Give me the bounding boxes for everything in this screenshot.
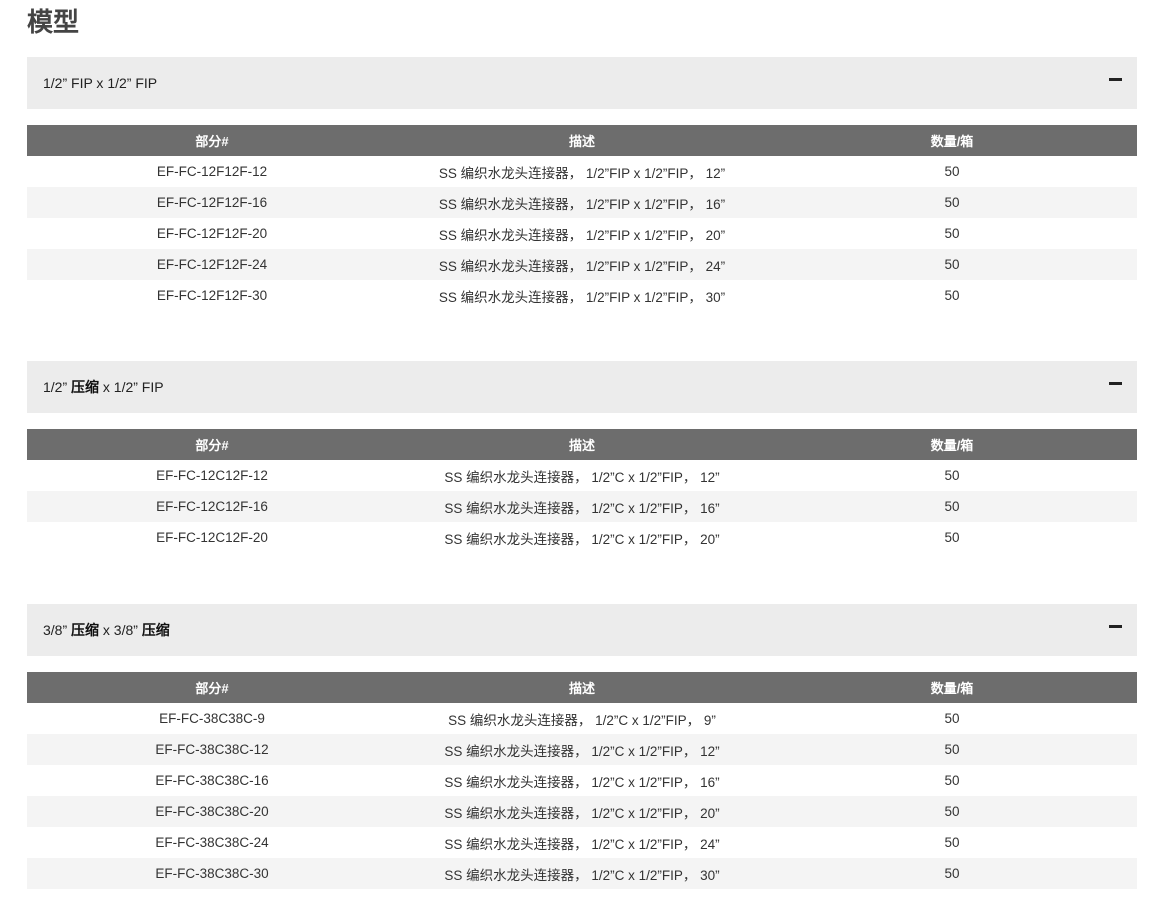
- table-row: EF-FC-38C38C-30 SS 编织水龙头连接器， 1/2”C x 1/2…: [27, 858, 1137, 889]
- quantity-cell: 50: [944, 226, 960, 241]
- table-row: EF-FC-12F12F-12 SS 编织水龙头连接器， 1/2”FIP x 1…: [27, 156, 1137, 187]
- description-cell: SS 编织水龙头连接器， 1/2”FIP x 1/2”FIP， 30”: [438, 289, 726, 305]
- column-header-quantity: 数量/箱: [767, 672, 1137, 703]
- description-cell: SS 编织水龙头连接器， 1/2”C x 1/2”FIP， 20”: [397, 796, 767, 827]
- description-cell: SS 编织水龙头连接器， 1/2”FIP x 1/2”FIP， 20”: [438, 227, 726, 243]
- table-header-row: 部分# 描述 数量/箱: [27, 429, 1137, 460]
- table-row: EF-FC-38C38C-20 SS 编织水龙头连接器， 1/2”C x 1/2…: [27, 796, 1137, 827]
- table-row: EF-FC-38C38C-24 SS 编织水龙头连接器， 1/2”C x 1/2…: [27, 827, 1137, 858]
- page-title: 模型: [27, 7, 80, 37]
- accordion-title-2: 1/2” 压缩 x 1/2” FIP: [43, 361, 164, 413]
- column-header-quantity: 数量/箱: [767, 429, 1137, 460]
- quantity-cell: 50: [767, 734, 1137, 765]
- table-row: EF-FC-12C12F-12 SS 编织水龙头连接器， 1/2”C x 1/2…: [27, 460, 1137, 491]
- parts-table-2: 部分# 描述 数量/箱 EF-FC-12C12F-12 SS 编织水龙头连接器，…: [27, 429, 1137, 553]
- column-header-description: 描述: [397, 672, 767, 703]
- part-number-cell: EF-FC-12F12F-24: [27, 249, 397, 280]
- accordion-title-part: 压缩: [141, 622, 170, 638]
- accordion-title-part: x 1/2” FIP: [99, 379, 164, 395]
- accordion-section-2: 1/2” 压缩 x 1/2” FIP 部分# 描述 数量/箱 EF-FC-12C…: [27, 361, 1137, 553]
- accordion-title-3: 3/8” 压缩 x 3/8” 压缩: [43, 604, 170, 656]
- quantity-cell: 50: [944, 835, 960, 850]
- part-number-cell: EF-FC-12F12F-20: [156, 226, 268, 241]
- column-header-quantity: 数量/箱: [767, 125, 1137, 156]
- table-row: EF-FC-12C12F-20 SS 编织水龙头连接器， 1/2”C x 1/2…: [27, 522, 1137, 553]
- part-number-cell: EF-FC-12F12F-12: [156, 164, 268, 179]
- quantity-cell: 50: [944, 288, 960, 303]
- description-cell: SS 编织水龙头连接器， 1/2”FIP x 1/2”FIP， 16”: [397, 187, 767, 218]
- accordion-header-2[interactable]: 1/2” 压缩 x 1/2” FIP: [27, 361, 1137, 413]
- parts-table-3: 部分# 描述 数量/箱 EF-FC-38C38C-9 SS 编织水龙头连接器， …: [27, 672, 1137, 889]
- column-header-part: 部分#: [27, 672, 397, 703]
- table-row: EF-FC-12C12F-16 SS 编织水龙头连接器， 1/2”C x 1/2…: [27, 491, 1137, 522]
- description-cell: SS 编织水龙头连接器， 1/2”C x 1/2”FIP， 9”: [448, 712, 716, 728]
- minus-icon[interactable]: [1109, 78, 1122, 81]
- accordion-title-part: 1/2” FIP x 1/2” FIP: [43, 75, 158, 91]
- table-row: EF-FC-38C38C-16 SS 编织水龙头连接器， 1/2”C x 1/2…: [27, 765, 1137, 796]
- part-number-cell: EF-FC-12C12F-16: [27, 491, 397, 522]
- part-number-cell: EF-FC-12C12F-20: [156, 530, 268, 545]
- part-number-cell: EF-FC-38C38C-30: [27, 858, 397, 889]
- accordion-title-part: 1/2”: [43, 379, 72, 395]
- table-row: EF-FC-12F12F-16 SS 编织水龙头连接器， 1/2”FIP x 1…: [27, 187, 1137, 218]
- description-cell: SS 编织水龙头连接器， 1/2”C x 1/2”FIP， 30”: [397, 858, 767, 889]
- minus-icon[interactable]: [1109, 625, 1122, 628]
- part-number-cell: EF-FC-12F12F-16: [27, 187, 397, 218]
- quantity-cell: 50: [767, 858, 1137, 889]
- table-row: EF-FC-38C38C-12 SS 编织水龙头连接器， 1/2”C x 1/2…: [27, 734, 1137, 765]
- accordion-title-part: 3/8”: [43, 622, 72, 638]
- parts-table-1: 部分# 描述 数量/箱 EF-FC-12F12F-12 SS 编织水龙头连接器，…: [27, 125, 1137, 311]
- part-number-cell: EF-FC-12C12F-12: [156, 468, 268, 483]
- quantity-cell: 50: [767, 796, 1137, 827]
- description-cell: SS 编织水龙头连接器， 1/2”C x 1/2”FIP， 12”: [397, 734, 767, 765]
- description-cell: SS 编织水龙头连接器， 1/2”C x 1/2”FIP， 16”: [444, 774, 720, 790]
- description-cell: SS 编织水龙头连接器， 1/2”FIP x 1/2”FIP， 24”: [397, 249, 767, 280]
- description-cell: SS 编织水龙头连接器， 1/2”C x 1/2”FIP， 20”: [444, 531, 720, 547]
- column-header-part: 部分#: [27, 429, 397, 460]
- accordion-title-1: 1/2” FIP x 1/2” FIP: [43, 57, 157, 109]
- quantity-cell: 50: [944, 164, 960, 179]
- minus-icon[interactable]: [1109, 382, 1122, 385]
- accordion-title-part: 压缩: [71, 622, 100, 638]
- accordion-header-3[interactable]: 3/8” 压缩 x 3/8” 压缩: [27, 604, 1137, 656]
- table-row: EF-FC-38C38C-9 SS 编织水龙头连接器， 1/2”C x 1/2”…: [27, 703, 1137, 734]
- part-number-cell: EF-FC-12F12F-30: [156, 288, 268, 303]
- description-cell: SS 编织水龙头连接器， 1/2”C x 1/2”FIP， 16”: [397, 491, 767, 522]
- quantity-cell: 50: [944, 773, 960, 788]
- table-header-row: 部分# 描述 数量/箱: [27, 672, 1137, 703]
- part-number-cell: EF-FC-38C38C-9: [159, 711, 265, 726]
- quantity-cell: 50: [944, 711, 960, 726]
- column-header-description: 描述: [397, 429, 767, 460]
- part-number-cell: EF-FC-38C38C-24: [155, 835, 269, 850]
- part-number-cell: EF-FC-38C38C-12: [27, 734, 397, 765]
- column-header-part: 部分#: [27, 125, 397, 156]
- table-row: EF-FC-12F12F-30 SS 编织水龙头连接器， 1/2”FIP x 1…: [27, 280, 1137, 311]
- table-row: EF-FC-12F12F-24 SS 编织水龙头连接器， 1/2”FIP x 1…: [27, 249, 1137, 280]
- accordion-section-1: 1/2” FIP x 1/2” FIP 部分# 描述 数量/箱 EF-FC-12…: [27, 57, 1137, 311]
- accordion-header-1[interactable]: 1/2” FIP x 1/2” FIP: [27, 57, 1137, 109]
- accordion-title-part: 压缩: [71, 379, 100, 395]
- quantity-cell: 50: [767, 187, 1137, 218]
- quantity-cell: 50: [944, 530, 960, 545]
- description-cell: SS 编织水龙头连接器， 1/2”FIP x 1/2”FIP， 12”: [438, 165, 726, 181]
- table-header-row: 部分# 描述 数量/箱: [27, 125, 1137, 156]
- quantity-cell: 50: [944, 468, 960, 483]
- table-row: EF-FC-12F12F-20 SS 编织水龙头连接器， 1/2”FIP x 1…: [27, 218, 1137, 249]
- accordion-title-part: x 3/8”: [99, 622, 142, 638]
- description-cell: SS 编织水龙头连接器， 1/2”C x 1/2”FIP， 24”: [444, 836, 720, 852]
- column-header-description: 描述: [397, 125, 767, 156]
- part-number-cell: EF-FC-38C38C-20: [27, 796, 397, 827]
- part-number-cell: EF-FC-38C38C-16: [155, 773, 269, 788]
- description-cell: SS 编织水龙头连接器， 1/2”C x 1/2”FIP， 12”: [444, 469, 720, 485]
- quantity-cell: 50: [767, 491, 1137, 522]
- quantity-cell: 50: [767, 249, 1137, 280]
- accordion-section-3: 3/8” 压缩 x 3/8” 压缩 部分# 描述 数量/箱 EF-FC-38C3…: [27, 604, 1137, 889]
